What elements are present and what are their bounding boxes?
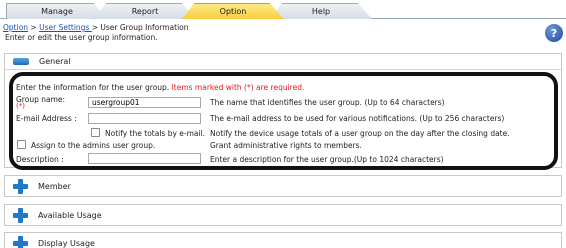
display-usage-section-header[interactable]: Display Usage	[5, 233, 561, 248]
description-label: Description :	[16, 155, 64, 164]
notify-label: Notify the totals by e-mail.	[105, 129, 206, 138]
group-name-required-mark: (*)	[16, 102, 25, 110]
tab-help[interactable]: Help	[270, 3, 372, 19]
email-label: E-mail Address :	[16, 114, 77, 123]
tab-manage[interactable]: Manage	[6, 3, 108, 19]
page-subtitle: Enter or edit the user group information…	[5, 33, 158, 42]
email-description: The e-mail address to be used for variou…	[210, 114, 505, 123]
notify-description: Notify the device usage totals of a user…	[210, 129, 510, 138]
notify-checkbox[interactable]	[91, 128, 100, 137]
assign-admin-checkbox[interactable]	[17, 140, 26, 149]
required-note: Items marked with (*) are required.	[171, 83, 305, 92]
breadcrumb-current: User Group Information	[100, 23, 189, 32]
breadcrumb-separator: >	[28, 23, 40, 32]
email-input[interactable]	[88, 113, 201, 124]
group-name-description: The name that identifies the user group.…	[210, 98, 445, 107]
available-usage-section-header[interactable]: Available Usage	[5, 205, 561, 225]
general-section-header[interactable]: General	[5, 54, 561, 70]
member-section: Member	[4, 175, 562, 197]
tab-option[interactable]: Option	[182, 3, 284, 19]
collapse-minus-icon	[13, 58, 29, 65]
general-section-title: General	[39, 57, 71, 66]
member-section-header[interactable]: Member	[5, 176, 561, 196]
description-help-text: Enter a description for the user group.(…	[210, 155, 444, 164]
description-input[interactable]	[88, 153, 201, 164]
expand-plus-icon	[13, 207, 28, 223]
general-section: General	[4, 53, 562, 168]
available-usage-section: Available Usage	[4, 204, 562, 226]
assign-admin-description: Grant administrative rights to members.	[210, 141, 362, 150]
display-usage-section: Display Usage	[4, 232, 562, 248]
available-usage-section-title: Available Usage	[38, 210, 102, 220]
instruction-main: Enter the information for the user group…	[16, 83, 172, 92]
display-usage-section-title: Display Usage	[38, 238, 95, 248]
tab-bar: Manage Report Help Option	[0, 0, 566, 19]
assign-admin-label: Assign to the admins user group.	[31, 141, 156, 150]
member-section-title: Member	[38, 181, 71, 191]
breadcrumb: Option > User Settings > User Group Info…	[3, 23, 189, 32]
breadcrumb-user-settings-link[interactable]: User Settings	[39, 23, 92, 32]
group-name-input[interactable]	[88, 97, 201, 108]
instruction-text: Enter the information for the user group…	[16, 83, 304, 92]
breadcrumb-option-link[interactable]: Option	[3, 23, 28, 32]
expand-plus-icon	[13, 178, 28, 194]
help-question-icon[interactable]: ?	[545, 24, 563, 42]
expand-plus-icon	[13, 235, 28, 248]
tab-report[interactable]: Report	[94, 3, 196, 19]
